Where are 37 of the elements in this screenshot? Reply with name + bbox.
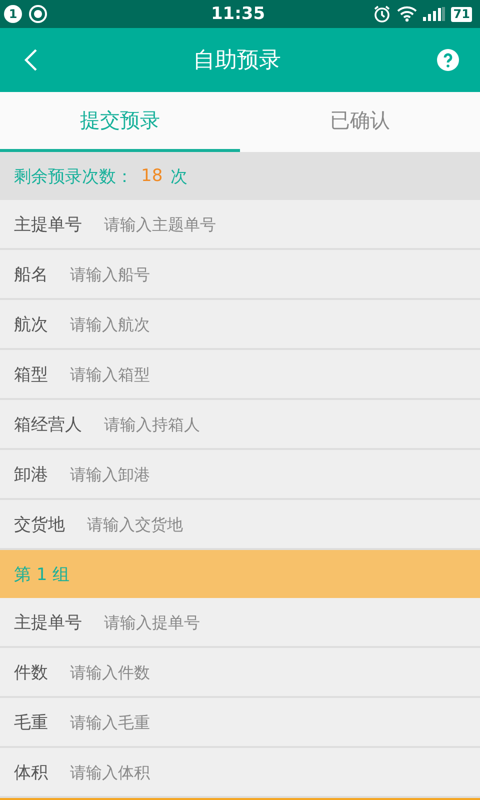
signal-icon xyxy=(423,7,446,21)
back-button[interactable] xyxy=(24,48,38,72)
input-field[interactable]: 请输入毛重 xyxy=(70,712,466,732)
help-button[interactable] xyxy=(436,48,460,72)
input-field[interactable]: 请输入提单号 xyxy=(104,612,466,632)
input-field[interactable]: 请输入卸港 xyxy=(70,464,466,484)
field-label: 主提单号 xyxy=(14,214,82,236)
record-icon xyxy=(28,4,48,24)
quota-unit: 次 xyxy=(170,166,188,188)
input-field[interactable]: 请输入箱型 xyxy=(70,364,466,384)
quota-label: 剩余预录次数： xyxy=(14,166,133,188)
field-label: 毛重 xyxy=(14,712,48,734)
page-title: 自助预录 xyxy=(192,47,282,75)
field-label: 交货地 xyxy=(14,514,65,536)
input-field[interactable]: 请输入主题单号 xyxy=(104,214,466,234)
status-time: 11:35 xyxy=(210,4,266,24)
field-label: 箱型 xyxy=(14,364,48,386)
input-field[interactable]: 请输入交货地 xyxy=(87,514,466,534)
input-field[interactable]: 请输入航次 xyxy=(70,314,466,334)
field-label: 件数 xyxy=(14,662,48,684)
battery-level: 71 xyxy=(451,6,472,22)
field-label: 主提单号 xyxy=(14,612,82,634)
quota-count: 18 xyxy=(141,166,163,186)
input-field[interactable]: 请输入体积 xyxy=(70,762,466,782)
input-field[interactable]: 请输入件数 xyxy=(70,662,466,682)
field-label: 体积 xyxy=(14,762,48,784)
field-label: 航次 xyxy=(14,314,48,336)
input-field[interactable]: 请输入船号 xyxy=(70,264,466,284)
alarm-icon xyxy=(373,5,392,23)
field-label: 卸港 xyxy=(14,464,48,486)
tab[interactable]: 已确认 xyxy=(240,92,480,152)
input-field[interactable]: 请输入持箱人 xyxy=(104,414,466,434)
wifi-icon xyxy=(397,6,418,22)
field-label: 箱经营人 xyxy=(14,414,82,436)
field-label: 船名 xyxy=(14,264,48,286)
group-title: 第 1 组 xyxy=(14,564,70,586)
notification-badge: 1 xyxy=(4,5,22,23)
